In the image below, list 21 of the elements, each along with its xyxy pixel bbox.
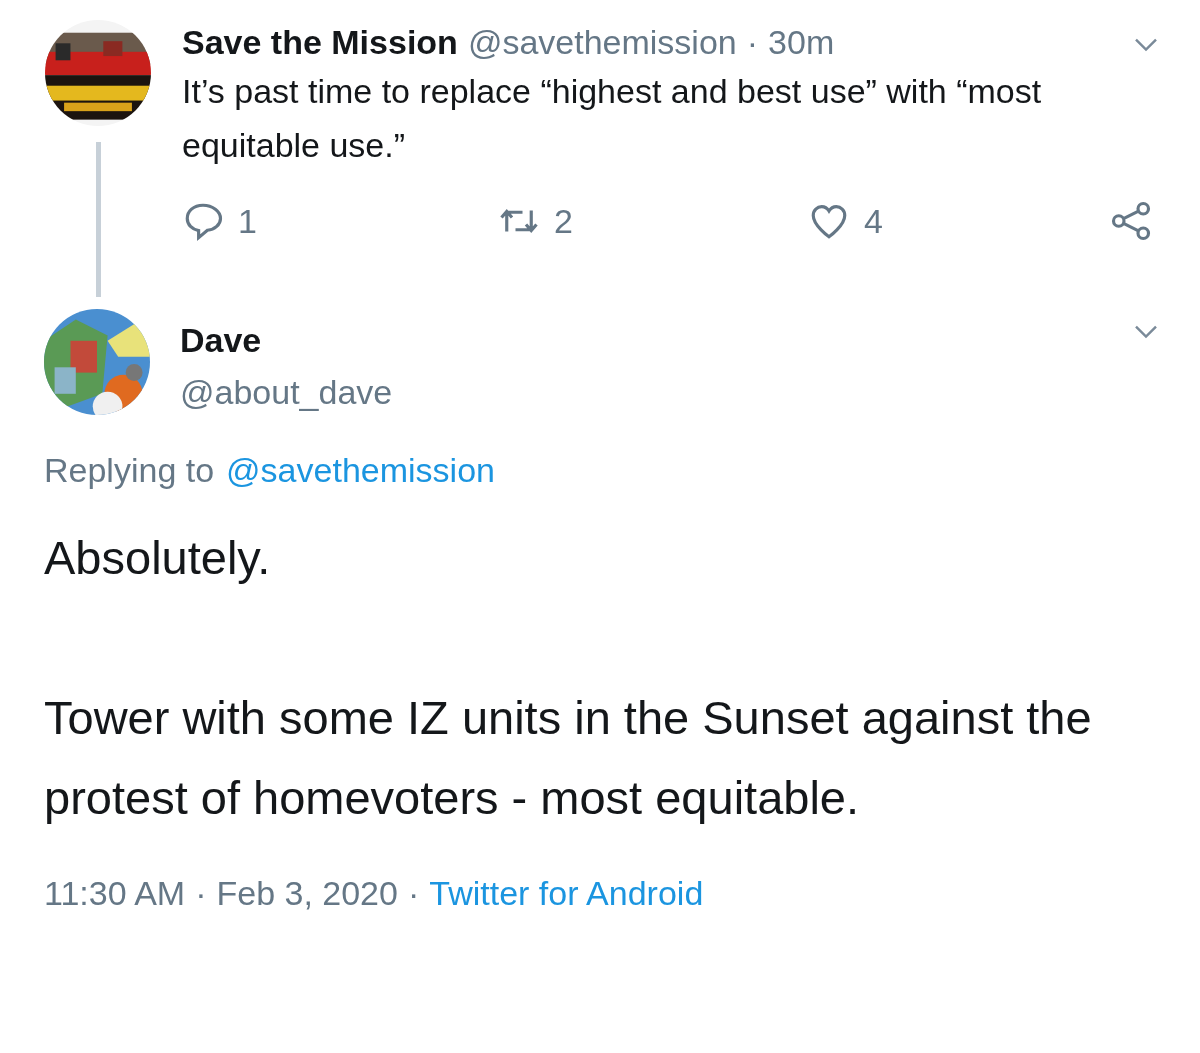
timestamp: 30m xyxy=(768,22,835,63)
tweet-text: Tower with some IZ units in the Sunset against the protest of homevoters - most equitable. xyxy=(44,690,1093,826)
replying-label: Replying to xyxy=(44,451,215,490)
separator: · xyxy=(195,874,207,913)
source-link[interactable]: Twitter for Android xyxy=(429,874,704,913)
tweet-text: It’s past time to replace “highest and best use” with “most equitable use.” xyxy=(182,71,1043,166)
mention-link[interactable]: @savethemission xyxy=(226,451,495,490)
like-button[interactable]: 4 xyxy=(808,200,1110,242)
separator: · xyxy=(407,874,420,913)
author-name[interactable]: Dave xyxy=(180,317,1132,363)
author-handle[interactable]: @savethemission xyxy=(467,20,737,64)
separator: · xyxy=(746,22,759,63)
retweet-button[interactable]: 2 xyxy=(498,200,808,242)
share-button[interactable] xyxy=(1110,200,1152,242)
timestamp: 11:30 AM xyxy=(44,874,186,913)
date: Feb 3, 2020 xyxy=(216,874,398,913)
reply-button[interactable]: 1 xyxy=(182,200,498,242)
share-icon xyxy=(1110,200,1152,242)
author-handle[interactable]: @about_dave xyxy=(180,369,1132,415)
tweet-text: Absolutely. xyxy=(44,530,272,586)
author-name[interactable]: Save the Mission xyxy=(182,20,458,64)
